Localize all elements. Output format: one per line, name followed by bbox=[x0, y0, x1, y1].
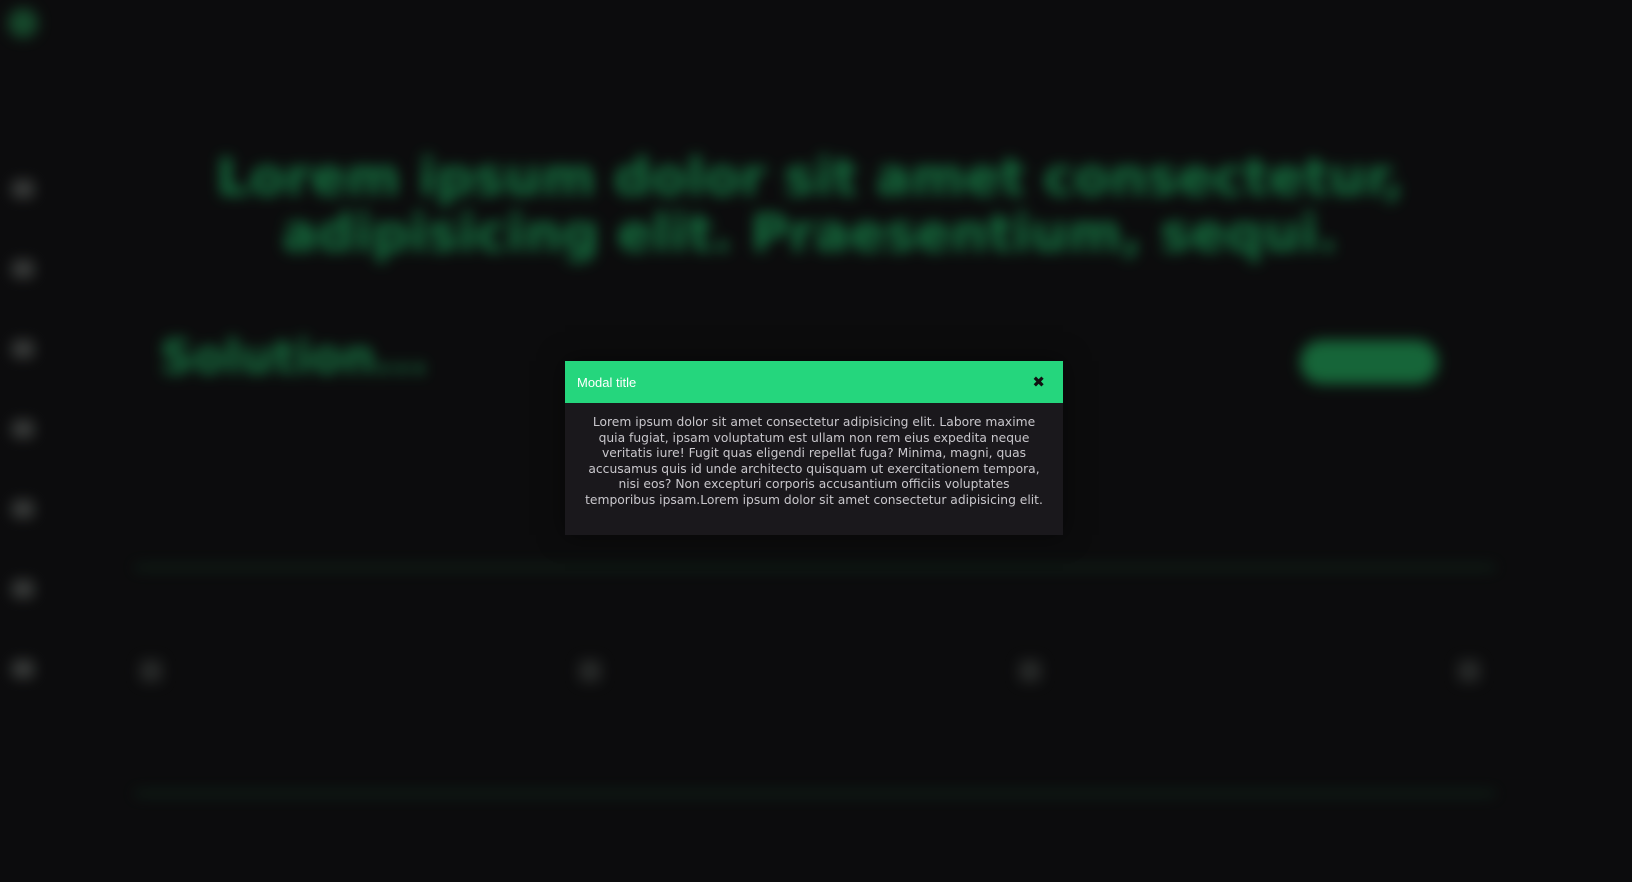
modal-body-text: Lorem ipsum dolor sit amet consectetur a… bbox=[585, 415, 1043, 507]
feature-icon bbox=[579, 660, 602, 682]
sidebar-icon[interactable] bbox=[12, 580, 34, 598]
sidebar-icon[interactable] bbox=[12, 260, 34, 278]
sidebar-icon[interactable] bbox=[12, 420, 34, 438]
section-divider bbox=[135, 792, 1495, 795]
hero-headline-line-1: Lorem ipsum dolor sit amet consectetur, bbox=[216, 148, 1404, 208]
sidebar-icon[interactable] bbox=[12, 500, 34, 518]
close-icon[interactable]: ✖ bbox=[1026, 373, 1051, 391]
sidebar-icon[interactable] bbox=[12, 660, 34, 678]
left-sidebar bbox=[12, 180, 34, 678]
hero-headline: Lorem ipsum dolor sit amet consectetur, … bbox=[200, 150, 1420, 262]
sidebar-icon[interactable] bbox=[12, 180, 34, 198]
section-divider bbox=[135, 566, 1495, 569]
modal-title: Modal title bbox=[577, 374, 637, 390]
feature-icon bbox=[140, 660, 162, 682]
section-title: Solution... bbox=[160, 330, 428, 384]
feature-icon bbox=[1018, 660, 1041, 682]
logo-icon bbox=[8, 8, 38, 38]
hero-headline-line-2: adipisicing elit. Praesentium, sequi. bbox=[282, 204, 1338, 264]
features-row bbox=[140, 660, 1490, 682]
feature-item bbox=[579, 660, 611, 682]
feature-icon bbox=[1457, 660, 1480, 682]
sidebar-icon[interactable] bbox=[12, 340, 34, 358]
feature-item bbox=[1457, 660, 1490, 682]
feature-item bbox=[140, 660, 172, 682]
viewport: Lorem ipsum dolor sit amet consectetur, … bbox=[0, 0, 1632, 882]
feature-item bbox=[1018, 660, 1051, 682]
modal-header: Modal title ✖ bbox=[565, 361, 1063, 403]
cta-button[interactable] bbox=[1300, 340, 1438, 384]
site-logo[interactable] bbox=[8, 8, 48, 38]
modal-dialog: Modal title ✖ Lorem ipsum dolor sit amet… bbox=[565, 361, 1063, 535]
